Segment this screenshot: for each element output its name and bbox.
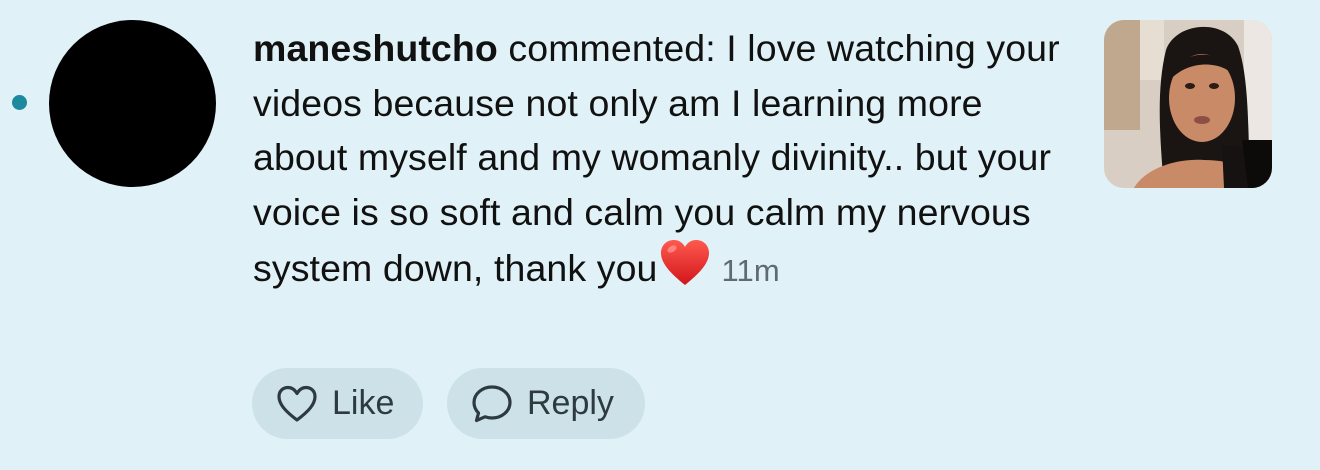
video-thumbnail[interactable]	[1104, 20, 1272, 188]
avatar[interactable]	[49, 20, 216, 187]
comment-notification[interactable]: maneshutcho commented: I love watching y…	[0, 0, 1320, 470]
action-bar: Like Reply	[252, 368, 645, 439]
like-button[interactable]: Like	[252, 368, 423, 439]
username[interactable]: maneshutcho	[253, 27, 498, 69]
unread-indicator	[12, 95, 27, 110]
timestamp: 11m	[721, 253, 780, 288]
like-label: Like	[332, 384, 395, 422]
red-heart-icon	[659, 239, 711, 302]
comment-text: maneshutcho commented: I love watching y…	[253, 21, 1083, 302]
reply-label: Reply	[527, 384, 614, 422]
reply-button[interactable]: Reply	[447, 368, 645, 439]
heart-outline-icon	[276, 385, 318, 423]
speech-bubble-icon	[471, 384, 513, 424]
